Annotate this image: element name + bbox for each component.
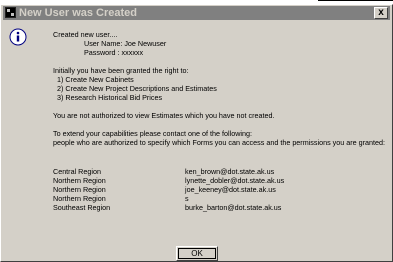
- message-body: Created new user.... User Name: Joe Newu…: [53, 30, 388, 212]
- right-item: 2) Create New Project Descriptions and E…: [57, 84, 217, 93]
- contact-email: burke_barton@dot.state.ak.us: [185, 203, 282, 212]
- contact-row: Central Region ken_brown@dot.state.ak.us: [53, 167, 388, 176]
- contact-region: Northern Region: [53, 176, 106, 185]
- contact-list: Central Region ken_brown@dot.state.ak.us…: [53, 167, 388, 212]
- ok-button[interactable]: OK: [176, 246, 218, 261]
- top-edge-line: [318, 0, 393, 2]
- contact-email: ken_brown@dot.state.ak.us: [185, 167, 275, 176]
- dialog-window: New User was Created x Created new user.…: [0, 4, 393, 262]
- created-text: Created new user....: [53, 30, 118, 39]
- contact-row: Southeast Region burke_barton@dot.state.…: [53, 203, 388, 212]
- contact-email: s: [185, 194, 189, 203]
- rights-intro-text: Initially you have been granted the righ…: [53, 66, 189, 75]
- not-authorized-text: You are not authorized to view Estimates…: [53, 111, 275, 120]
- app-icon: [5, 7, 16, 18]
- password-text: Password : xxxxxx: [84, 48, 144, 57]
- contact-row: Northern Region joe_keeney@dot.state.ak.…: [53, 185, 388, 194]
- info-icon: [9, 28, 27, 46]
- extend-text-2: people who are authorized to specify whi…: [53, 138, 386, 147]
- contact-region: Northern Region: [53, 194, 106, 203]
- right-item: 1) Create New Cabinets: [57, 75, 134, 84]
- contact-email: lynette_dobler@dot.state.ak.us: [185, 176, 285, 185]
- contact-region: Southeast Region: [53, 203, 111, 212]
- title-bar[interactable]: New User was Created x: [3, 6, 390, 20]
- right-item: 3) Research Historical Bid Prices: [57, 93, 163, 102]
- extend-text: To extend your capabilities please conta…: [53, 129, 252, 138]
- contact-email: joe_keeney@dot.state.ak.us: [185, 185, 276, 194]
- contact-row: Northern Region s: [53, 194, 388, 203]
- contact-region: Northern Region: [53, 185, 106, 194]
- user-name-text: User Name: Joe Newuser: [84, 39, 167, 48]
- close-button[interactable]: x: [374, 7, 388, 19]
- contact-region: Central Region: [53, 167, 101, 176]
- contact-row: Northern Region lynette_dobler@dot.state…: [53, 176, 388, 185]
- window-title: New User was Created: [19, 7, 137, 19]
